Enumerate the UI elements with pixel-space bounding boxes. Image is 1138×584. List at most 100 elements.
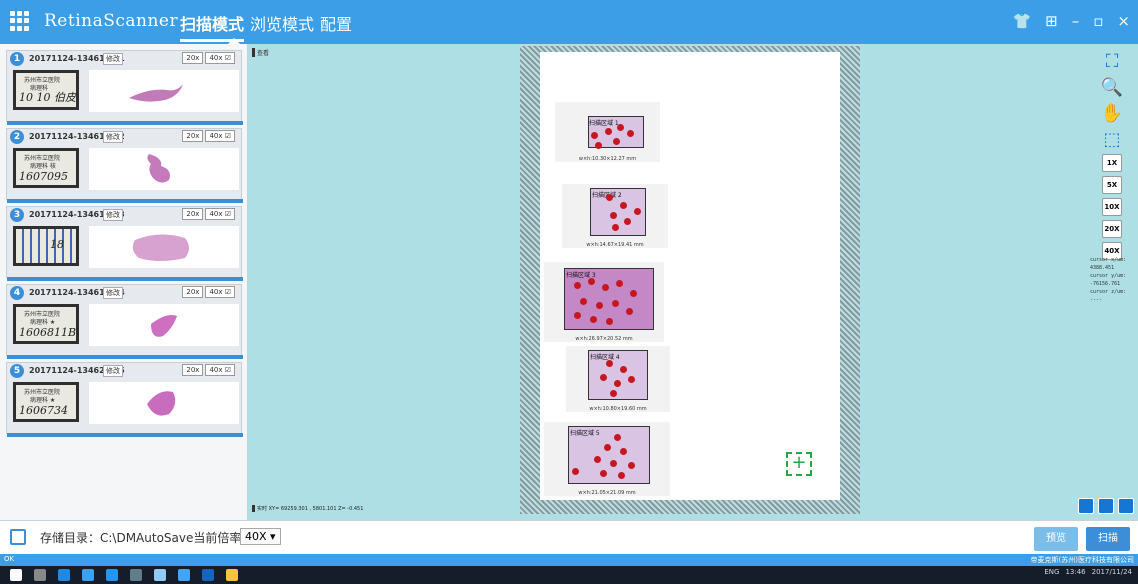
region-title: 扫描区域 1 xyxy=(589,120,619,127)
zoom-5x-button[interactable]: 5X xyxy=(1102,176,1122,194)
app-grid-icon[interactable] xyxy=(10,11,32,31)
slide-card[interactable]: 4 20171124-134619-04 修改 20x 40x ☑ 苏州市立医院 … xyxy=(6,284,243,359)
mag-20x-toggle[interactable]: 20x xyxy=(182,52,204,64)
hand-icon[interactable]: ✋ xyxy=(1101,102,1123,124)
crop-icon[interactable]: ⛶ xyxy=(1101,50,1123,72)
region-title: 扫描区域 4 xyxy=(590,354,620,361)
label-handwriting: 1606811B xyxy=(19,326,77,339)
slide-card[interactable]: 5 20171124-134622-05 修改 20x 40x ☑ 苏州市立医院 … xyxy=(6,362,243,437)
edit-button[interactable]: 修改 xyxy=(103,209,123,221)
close-button[interactable]: × xyxy=(1117,12,1130,30)
slide-card[interactable]: 1 20171124-134611-01 修改 20x 40x ☑ 苏州市立医院 … xyxy=(6,50,243,125)
slide-number-badge: 2 xyxy=(10,130,24,144)
app-name: RetinaScanner xyxy=(44,11,179,31)
tissue-thumbnail xyxy=(89,304,239,346)
mag-20x-toggle[interactable]: 20x xyxy=(182,364,204,376)
clock-date[interactable]: 2017/11/24 xyxy=(1092,568,1132,576)
slide-glass[interactable]: 扫描区域 1 w×h:10.30×12.27 mm 扫描区域 2 w×h:14.… xyxy=(540,52,840,500)
image-icon[interactable] xyxy=(1078,498,1094,514)
region-size: w×h:26.97×20.52 mm xyxy=(575,336,633,342)
slide-viewer[interactable]: 查看 扫描区域 1 w×h:10.30×12.27 mm 扫描区域 2 w×h:… xyxy=(248,44,1138,520)
mag-40x-toggle[interactable]: 40x ☑ xyxy=(205,52,235,64)
mag-20x-toggle[interactable]: 20x xyxy=(182,286,204,298)
company-name: 帝麦克斯(苏州)医疗科技有限公司 xyxy=(1030,556,1134,564)
scan-region[interactable]: 扫描区域 5 w×h:21.05×21.09 mm xyxy=(544,422,670,496)
slide-number-badge: 1 xyxy=(10,52,24,66)
slide-label-image: 苏州市立医院 病理科 ★ 1606734 xyxy=(13,382,79,422)
slide-number-badge: 4 xyxy=(10,286,24,300)
zoom-20x-button[interactable]: 20X xyxy=(1102,220,1122,238)
clock-time[interactable]: 13:46 xyxy=(1065,568,1085,576)
realtime-position: 实时 XY= 69259.301 , 5801.101 Z= -0.451 xyxy=(252,505,363,512)
mag-40x-toggle[interactable]: 40x ☑ xyxy=(205,286,235,298)
scan-region[interactable]: 扫描区域 4 w×h:10.80×19.60 mm xyxy=(566,346,670,412)
cursor-x-value: 4388.451 xyxy=(1090,265,1115,271)
slide-overview[interactable]: 扫描区域 1 w×h:10.30×12.27 mm 扫描区域 2 w×h:14.… xyxy=(520,46,860,514)
label-handwriting: 18 xyxy=(50,238,64,251)
mag-40x-toggle[interactable]: 40x ☑ xyxy=(205,208,235,220)
tab-config[interactable]: 配置 xyxy=(320,11,352,42)
app-icon[interactable] xyxy=(106,569,118,581)
tab-browse-mode[interactable]: 浏览模式 xyxy=(250,11,314,42)
region-title: 扫描区域 5 xyxy=(570,430,600,437)
app-icon[interactable] xyxy=(154,569,166,581)
zoom-1x-button[interactable]: 1X xyxy=(1102,154,1122,172)
task-view-icon[interactable] xyxy=(34,569,46,581)
zoom-icon[interactable]: 🔍 xyxy=(1101,76,1123,98)
scan-region[interactable]: 扫描区域 2 w×h:14.67×19.41 mm xyxy=(562,184,668,248)
window-controls: 👕 ⊞ – ▫ × xyxy=(1012,12,1130,30)
region-size: w×h:21.05×21.09 mm xyxy=(578,490,636,496)
folder-icon[interactable] xyxy=(10,529,26,545)
mag-40x-toggle[interactable]: 40x ☑ xyxy=(205,130,235,142)
mode-tabs: 扫描模式 浏览模式 配置 xyxy=(180,11,352,42)
scan-region[interactable]: 扫描区域 3 w×h:26.97×20.52 mm xyxy=(544,262,664,342)
os-taskbar: ENG 13:46 2017/11/24 xyxy=(0,566,1138,584)
tissue-thumbnail xyxy=(89,70,239,112)
start-icon[interactable] xyxy=(10,569,22,581)
tissue-thumbnail xyxy=(89,148,239,190)
zoom-select[interactable]: 40X ▾ xyxy=(240,528,281,545)
slide-label-image: 18 xyxy=(13,226,79,266)
slide-number-badge: 5 xyxy=(10,364,24,378)
slide-card[interactable]: 3 20171124-134616-03 修改 20x 40x ☑ 18 xyxy=(6,206,243,281)
select-icon[interactable]: ⬚ xyxy=(1101,128,1123,150)
slide-number-badge: 3 xyxy=(10,208,24,222)
slide-card[interactable]: 2 20171124-134614-02 修改 20x 40x ☑ 苏州市立医院 … xyxy=(6,128,243,203)
scan-region[interactable]: 扫描区域 1 w×h:10.30×12.27 mm xyxy=(555,102,660,162)
menu-icon[interactable]: ⊞ xyxy=(1045,12,1058,30)
zoom-10x-button[interactable]: 10X xyxy=(1102,198,1122,216)
preview-button[interactable]: 预览 xyxy=(1034,527,1078,551)
crosshair-icon: + xyxy=(791,452,807,473)
app-icon[interactable] xyxy=(226,569,238,581)
mag-20x-toggle[interactable]: 20x xyxy=(182,208,204,220)
cursor-z-value: ---- xyxy=(1090,297,1103,303)
tissue-thumbnail xyxy=(89,226,239,268)
app-icon[interactable] xyxy=(130,569,142,581)
edit-button[interactable]: 修改 xyxy=(103,53,123,65)
restore-button[interactable]: ▫ xyxy=(1093,12,1103,30)
mag-20x-toggle[interactable]: 20x xyxy=(182,130,204,142)
preview-tag: 查看 xyxy=(252,48,269,57)
scan-button[interactable]: 扫描 xyxy=(1086,527,1130,551)
status-bar: OK 帝麦克斯(苏州)医疗科技有限公司 xyxy=(0,554,1138,566)
image-settings-icon[interactable] xyxy=(1098,498,1114,514)
edit-button[interactable]: 修改 xyxy=(103,287,123,299)
add-region-button[interactable]: + xyxy=(786,452,812,476)
edit-button[interactable]: 修改 xyxy=(103,131,123,143)
edit-button[interactable]: 修改 xyxy=(103,365,123,377)
mag-40x-toggle[interactable]: 40x ☑ xyxy=(205,364,235,376)
progress-bar xyxy=(7,121,243,125)
app-icon[interactable] xyxy=(202,569,214,581)
skin-icon[interactable]: 👕 xyxy=(1012,12,1031,30)
cursor-y-label: cursor y/um: xyxy=(1090,273,1127,279)
app-icon[interactable] xyxy=(82,569,94,581)
app-icon[interactable] xyxy=(58,569,70,581)
image-export-icon[interactable] xyxy=(1118,498,1134,514)
label-handwriting: 1607095 xyxy=(19,170,68,183)
image-buttons xyxy=(1078,498,1134,514)
input-language[interactable]: ENG xyxy=(1044,568,1059,576)
label-handwriting: 1606734 xyxy=(19,404,68,417)
minimize-button[interactable]: – xyxy=(1072,12,1080,30)
app-icon[interactable] xyxy=(178,569,190,581)
cursor-y-value: -76156.761 xyxy=(1090,281,1121,287)
